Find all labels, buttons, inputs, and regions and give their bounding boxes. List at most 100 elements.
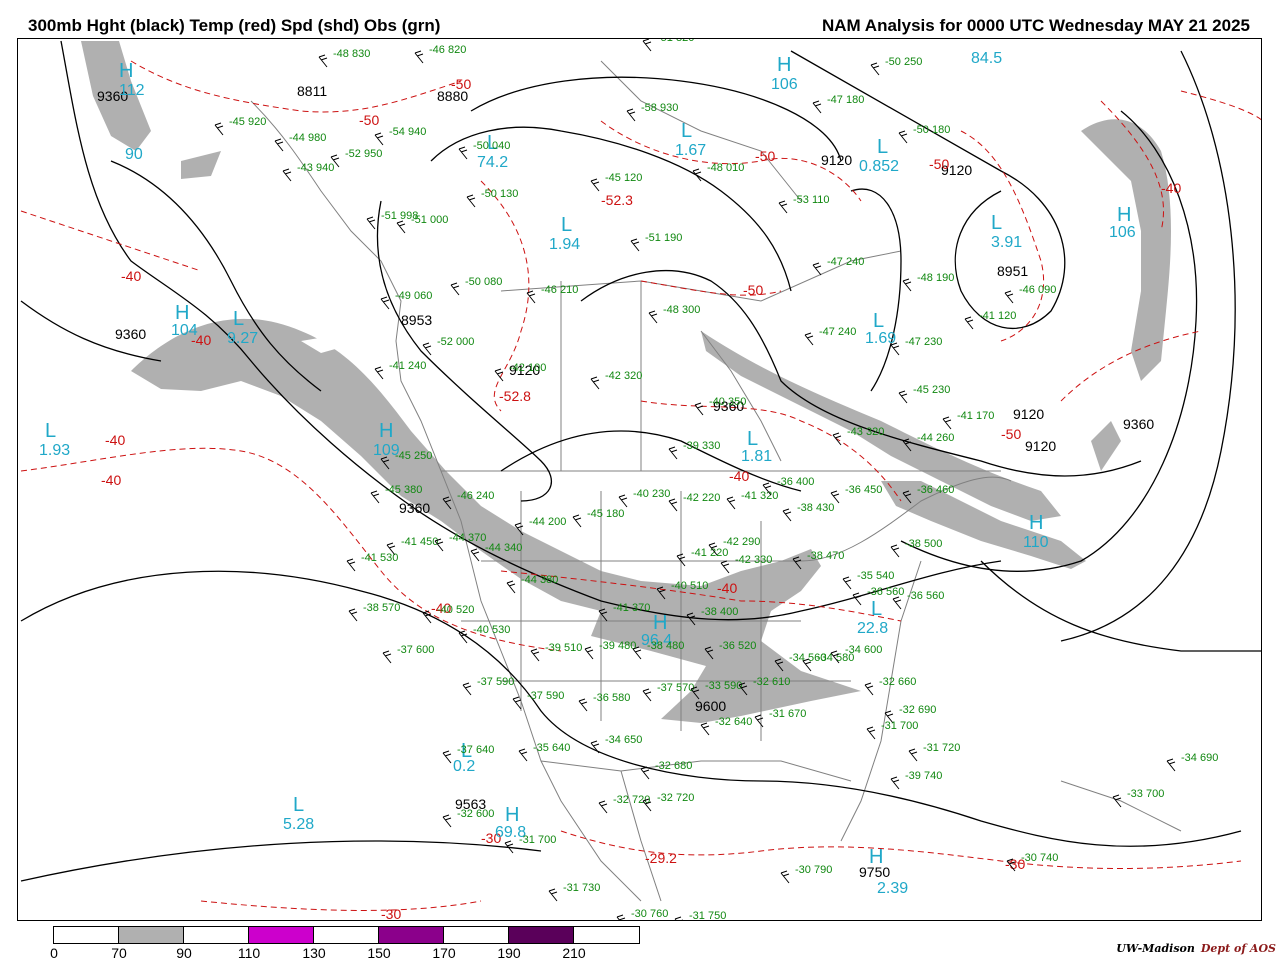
colorbar-tick-label: 0	[50, 945, 58, 961]
obs-value: -38 480	[647, 640, 684, 652]
obs-value: -44 200	[529, 516, 566, 528]
temp-label: -50	[743, 282, 763, 298]
station-obs: -32 680	[640, 760, 692, 780]
jet-streak-ne	[1081, 119, 1171, 381]
wind-barb	[626, 108, 636, 122]
wind-barb	[866, 726, 876, 740]
contour-9750	[20, 840, 542, 882]
svg-text:22.8: 22.8	[857, 620, 888, 637]
station-obs: -47 240	[804, 326, 856, 346]
center-90: 90	[125, 146, 143, 163]
obs-value: -36 580	[593, 692, 630, 704]
station-obs: -41 170	[942, 410, 994, 430]
obs-value: -40 350	[709, 396, 746, 408]
wind-barb	[274, 138, 284, 152]
station-obs: -47 240	[812, 256, 864, 276]
temp-label: -50	[755, 148, 775, 164]
obs-value: -44 380	[521, 574, 558, 586]
station-obs: -34 690	[1166, 752, 1218, 772]
svg-text:84.5: 84.5	[971, 50, 1002, 67]
svg-text:L: L	[681, 120, 692, 142]
station-obs: -54 940	[374, 126, 426, 146]
wind-barb	[380, 296, 390, 310]
wind-barb	[374, 132, 384, 146]
obs-value: -42 100	[509, 362, 546, 374]
obs-value: -47 180	[827, 94, 864, 106]
svg-text:L: L	[233, 308, 244, 330]
valid-time-title: NAM Analysis for 0000 UTC Wednesday MAY …	[821, 16, 1250, 35]
svg-text:H: H	[505, 804, 519, 826]
station-obs: -36 580	[578, 692, 630, 712]
wind-barb	[616, 914, 626, 920]
wind-barb	[590, 178, 600, 192]
station-obs: -42 320	[590, 370, 642, 390]
svg-text:H: H	[777, 54, 791, 76]
svg-text:110: 110	[1023, 534, 1049, 551]
obs-value: -45 250	[395, 450, 432, 462]
obs-value: -31 730	[563, 882, 600, 894]
wind-barb	[694, 402, 704, 416]
colorbar-tick-label: 170	[432, 945, 456, 961]
center-l-528: L5.28	[283, 794, 314, 833]
obs-value: -39 510	[545, 642, 582, 654]
wind-barb	[506, 580, 516, 594]
wind-barb	[778, 200, 788, 214]
wind-barb	[370, 490, 380, 504]
height-label: 9600	[695, 698, 726, 714]
station-obs: -49 060	[380, 290, 432, 310]
obs-value: -36 460	[917, 484, 954, 496]
wind-barb	[462, 682, 472, 696]
obs-value: -41 170	[957, 410, 994, 422]
wind-barb	[902, 278, 912, 292]
wind-barb	[618, 494, 628, 508]
obs-value: -48 300	[663, 304, 700, 316]
wind-barb	[640, 766, 650, 780]
obs-value: -31 700	[881, 720, 918, 732]
colorbar-segment	[54, 927, 119, 943]
station-obs: -38 430	[782, 502, 834, 522]
obs-value: -38 570	[363, 602, 400, 614]
temp-label: -40	[729, 468, 749, 484]
obs-value: -32 680	[655, 760, 692, 772]
colorbar-tick-label: 130	[302, 945, 326, 961]
wind-barb	[422, 342, 432, 356]
height-label: 9360	[1123, 416, 1154, 432]
jet-streak-ne-small	[1091, 421, 1121, 471]
isotherm-n	[1060, 330, 1202, 402]
wind-barb	[442, 814, 452, 828]
wind-barb	[898, 390, 908, 404]
obs-value: -32 610	[753, 676, 790, 688]
obs-value: -40 230	[633, 488, 670, 500]
temp-label: -40	[1161, 180, 1181, 196]
station-obs: -41 120	[964, 310, 1016, 330]
wind-barb	[572, 514, 582, 528]
station-obs: -44 980	[274, 132, 326, 152]
station-obs: -46 820	[414, 44, 466, 64]
obs-value: -49 060	[395, 290, 432, 302]
colorbar-tick-label: 190	[497, 945, 521, 961]
station-obs: -36 450	[830, 484, 882, 504]
wind-barb	[318, 54, 328, 68]
obs-value: -45 230	[913, 384, 950, 396]
svg-text:1.67: 1.67	[675, 142, 706, 159]
wind-barb	[842, 576, 852, 590]
wind-barb	[396, 220, 406, 234]
obs-value: -54 940	[389, 126, 426, 138]
obs-value: -41 220	[691, 547, 728, 559]
temp-label: -30	[381, 906, 401, 921]
contour-atlantic	[980, 560, 1261, 652]
wind-barb	[450, 282, 460, 296]
svg-text:104: 104	[171, 322, 198, 339]
obs-value: -32 660	[879, 676, 916, 688]
station-obs: -38 570	[348, 602, 400, 622]
obs-value: -31 720	[923, 742, 960, 754]
obs-value: -46 090	[1019, 284, 1056, 296]
obs-value: -41 120	[979, 310, 1016, 322]
station-obs: -51 190	[630, 232, 682, 252]
svg-text:L: L	[877, 136, 888, 158]
wind-barb	[890, 544, 900, 558]
wind-barb	[366, 216, 376, 230]
temp-label: -50	[929, 156, 949, 172]
obs-value: -30 740	[1021, 852, 1058, 864]
station-obs: -39 510	[530, 642, 582, 662]
